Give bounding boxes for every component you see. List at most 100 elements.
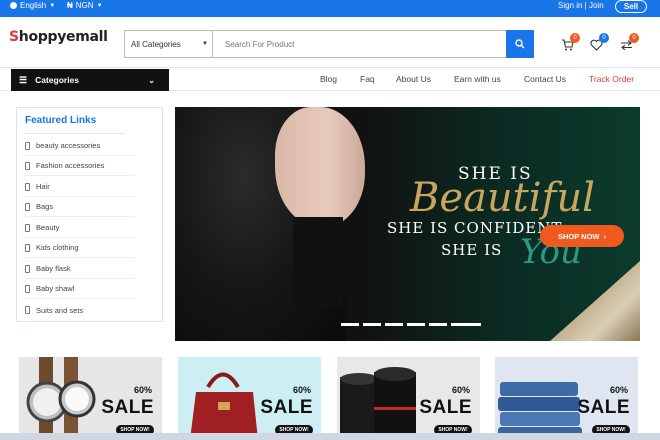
category-select[interactable]: All Categories ▼ [125,31,213,57]
sidebar-item-suits-and-sets[interactable]: Suits and sets [25,300,135,320]
top-bar: English ▼ ₦ NGN ▼ Sign in | Join Sell [0,0,660,17]
phone-icon [25,202,30,211]
chevron-down-icon: ▼ [49,2,56,9]
banner-shop-now-button[interactable]: SHOP NOW › [540,225,624,247]
compare-count-badge: 0 [629,33,639,43]
nav-link-faq[interactable]: Faq [360,74,375,84]
currency-selector[interactable]: ₦ NGN ▼ [67,1,103,10]
sidebar-item-label: Baby shawl [36,284,75,293]
globe-icon [10,2,17,9]
phone-icon [25,264,30,273]
promo-card-watches[interactable]: 60% SALE SHOP NOW! [19,357,162,440]
language-label: English [20,1,47,10]
currency-label: NGN [75,1,94,10]
nav-link-blog[interactable]: Blog [320,74,337,84]
signin-join-link[interactable]: Sign in | Join [558,1,604,10]
search-button[interactable] [506,30,534,58]
phone-icon [25,223,30,232]
sidebar-item-baby-shawl[interactable]: Baby shawl [25,279,135,299]
phone-icon [25,141,30,150]
sidebar-item-label: Fashion accessories [36,161,105,170]
language-selector[interactable]: English ▼ [10,1,55,10]
phone-icon [25,306,30,314]
chevron-down-icon: ⌄ [148,75,155,85]
carousel-dot[interactable] [363,323,381,326]
search-input[interactable] [213,31,506,57]
chevron-down-icon: ▼ [202,41,208,47]
logo-text: hoppyemall [18,29,108,45]
promo-percent: 60% [451,385,470,395]
sidebar-item-bags[interactable]: Bags [25,197,135,217]
promo-sale-text: SALE [260,397,313,418]
promo-card-lenses[interactable]: 60% SALE SHOP NOW! [337,357,480,440]
nav-bar: ☰ Categories ⌄ Blog Faq About Us Earn wi… [0,67,660,91]
phone-icon [25,161,30,170]
nav-link-track-order[interactable]: Track Order [589,74,634,84]
promo-sale-text: SALE [419,397,472,418]
header: Shoppyemall All Categories ▼ 0 0 [0,17,660,67]
promo-card-jeans[interactable]: 60% SALE SHOP NOW! [495,357,638,440]
promo-sale-text: SALE [577,397,630,418]
promo-percent: 60% [292,385,311,395]
jeans-image [498,382,582,440]
banner-model-face [275,107,365,227]
search-icon [515,39,525,49]
nav-link-earn[interactable]: Earn with us [454,74,501,84]
sidebar-item-beauty-accessories[interactable]: beauty accessories [25,136,135,156]
categories-label: Categories [35,75,80,85]
featured-links-title: Featured Links [25,115,97,126]
handbag-image [190,372,258,440]
sidebar-item-label: beauty accessories [36,141,101,150]
hero-banner[interactable]: SHE IS Beautiful You SHE IS CONFIDENT SH… [175,107,640,341]
watches-image [26,357,96,440]
banner-headline-2: SHE IS CONFIDENT [387,219,563,237]
naira-icon: ₦ [67,1,73,10]
sidebar-item-baby-flask[interactable]: Baby flask [25,259,135,279]
sell-button[interactable]: Sell [615,0,647,13]
sidebar-item-label: Hair [36,182,50,191]
sidebar-item-label: Kids clothing [36,243,79,252]
cart-count-badge: 0 [570,33,580,43]
promo-sale-text: SALE [101,397,154,418]
category-select-label: All Categories [131,39,181,49]
sidebar-item-fashion-accessories[interactable]: Fashion accessories [25,156,135,176]
sidebar-item-label: Bags [36,202,54,211]
compare-button[interactable]: 0 [619,33,639,53]
sidebar-item-label: Baby flask [36,264,71,273]
carousel-dot[interactable] [341,323,359,326]
sidebar-item-beauty[interactable]: Beauty [25,218,135,238]
phone-icon [25,284,30,293]
chevron-down-icon: ▼ [96,2,103,9]
camera-lenses-image [340,367,416,440]
banner-headline-3: SHE IS [441,241,503,259]
wishlist-count-badge: 0 [599,33,609,43]
search-bar: All Categories ▼ [124,30,534,58]
wishlist-button[interactable]: 0 [589,33,609,53]
divider [25,133,125,134]
banner-script-beautiful: Beautiful [410,175,595,221]
phone-icon [25,243,30,252]
chevron-right-icon: › [603,231,607,241]
phone-icon [25,182,30,191]
sidebar-item-label: Beauty [36,223,60,232]
nav-link-about[interactable]: About Us [396,74,431,84]
promo-card-handbag[interactable]: 60% SALE SHOP NOW! [178,357,321,440]
carousel-dot[interactable] [385,323,403,326]
banner-model-turtleneck [293,217,343,307]
carousel-dot-active[interactable] [451,323,481,326]
sidebar-item-label: Suits and sets [36,305,84,315]
promo-percent: 60% [133,385,152,395]
site-logo[interactable]: Shoppyemall [9,29,108,45]
banner-marble-decoration [550,261,640,341]
carousel-dot[interactable] [429,323,447,326]
featured-links-panel: Featured Links beauty accessories Fashio… [16,107,163,322]
promo-percent: 60% [609,385,628,395]
sidebar-item-kids-clothing[interactable]: Kids clothing [25,238,135,258]
carousel-dot[interactable] [407,323,425,326]
sidebar-item-hair[interactable]: Hair [25,177,135,197]
nav-link-contact[interactable]: Contact Us [524,74,566,84]
logo-initial: S [9,29,19,45]
cart-button[interactable]: 0 [560,33,580,53]
os-taskbar [0,433,660,440]
categories-menu-button[interactable]: ☰ Categories ⌄ [11,69,169,91]
